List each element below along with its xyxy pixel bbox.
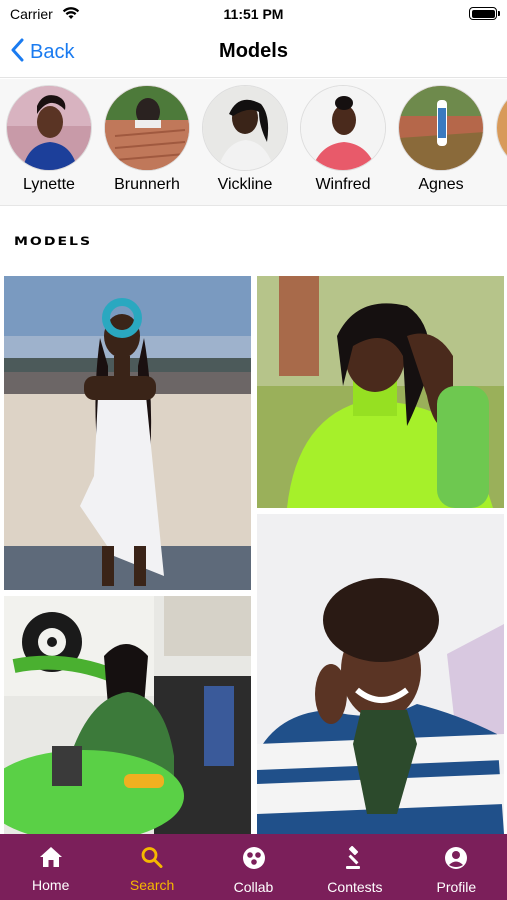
model-photo[interactable] <box>257 276 504 508</box>
profile-icon <box>444 846 468 875</box>
page-title: Models <box>219 40 288 62</box>
tab-search[interactable]: Search <box>101 834 202 900</box>
model-photo[interactable] <box>257 514 504 834</box>
story-name: Brunnerh <box>114 176 180 193</box>
search-icon <box>140 846 164 873</box>
section-title: Models <box>14 235 93 249</box>
avatar <box>398 85 484 171</box>
collab-icon <box>242 846 266 875</box>
model-photo[interactable] <box>4 276 251 590</box>
status-time: 11:51 PM <box>223 6 284 22</box>
model-stories-strip[interactable]: Lynette Brunnerh Vickline Winfred Agnes <box>0 79 507 206</box>
story-partial[interactable] <box>494 85 507 171</box>
story-name: Winfred <box>315 176 371 193</box>
tab-profile[interactable]: Profile <box>406 834 507 900</box>
story-name: Agnes <box>418 176 464 193</box>
story-name: Lynette <box>23 176 75 193</box>
tab-bar: Home Search Collab Contests Profile <box>0 834 507 900</box>
avatar <box>6 85 92 171</box>
avatar <box>104 85 190 171</box>
tab-label: Home <box>32 877 70 893</box>
status-bar: Carrier 11:51 PM <box>0 0 507 28</box>
avatar <box>202 85 288 171</box>
navigation-bar: Back Models <box>0 28 507 78</box>
story-agnes[interactable]: Agnes <box>396 85 486 194</box>
avatar <box>300 85 386 171</box>
avatar <box>496 85 507 171</box>
story-lynette[interactable]: Lynette <box>4 85 94 194</box>
model-photo[interactable] <box>4 596 251 834</box>
story-vickline[interactable]: Vickline <box>200 85 290 194</box>
story-winfred[interactable]: Winfred <box>298 85 388 194</box>
tab-label: Contests <box>327 879 383 895</box>
tab-label: Profile <box>436 879 477 895</box>
home-icon <box>39 846 63 873</box>
battery-icon <box>469 7 500 20</box>
tab-contests[interactable]: Contests <box>304 834 405 900</box>
tab-home[interactable]: Home <box>0 834 101 900</box>
story-name: Vickline <box>217 176 273 193</box>
tab-label: Collab <box>233 879 274 895</box>
tab-label: Search <box>129 877 175 893</box>
story-brunnerh[interactable]: Brunnerh <box>102 85 192 194</box>
gavel-icon <box>343 845 367 875</box>
tab-collab[interactable]: Collab <box>203 834 304 900</box>
